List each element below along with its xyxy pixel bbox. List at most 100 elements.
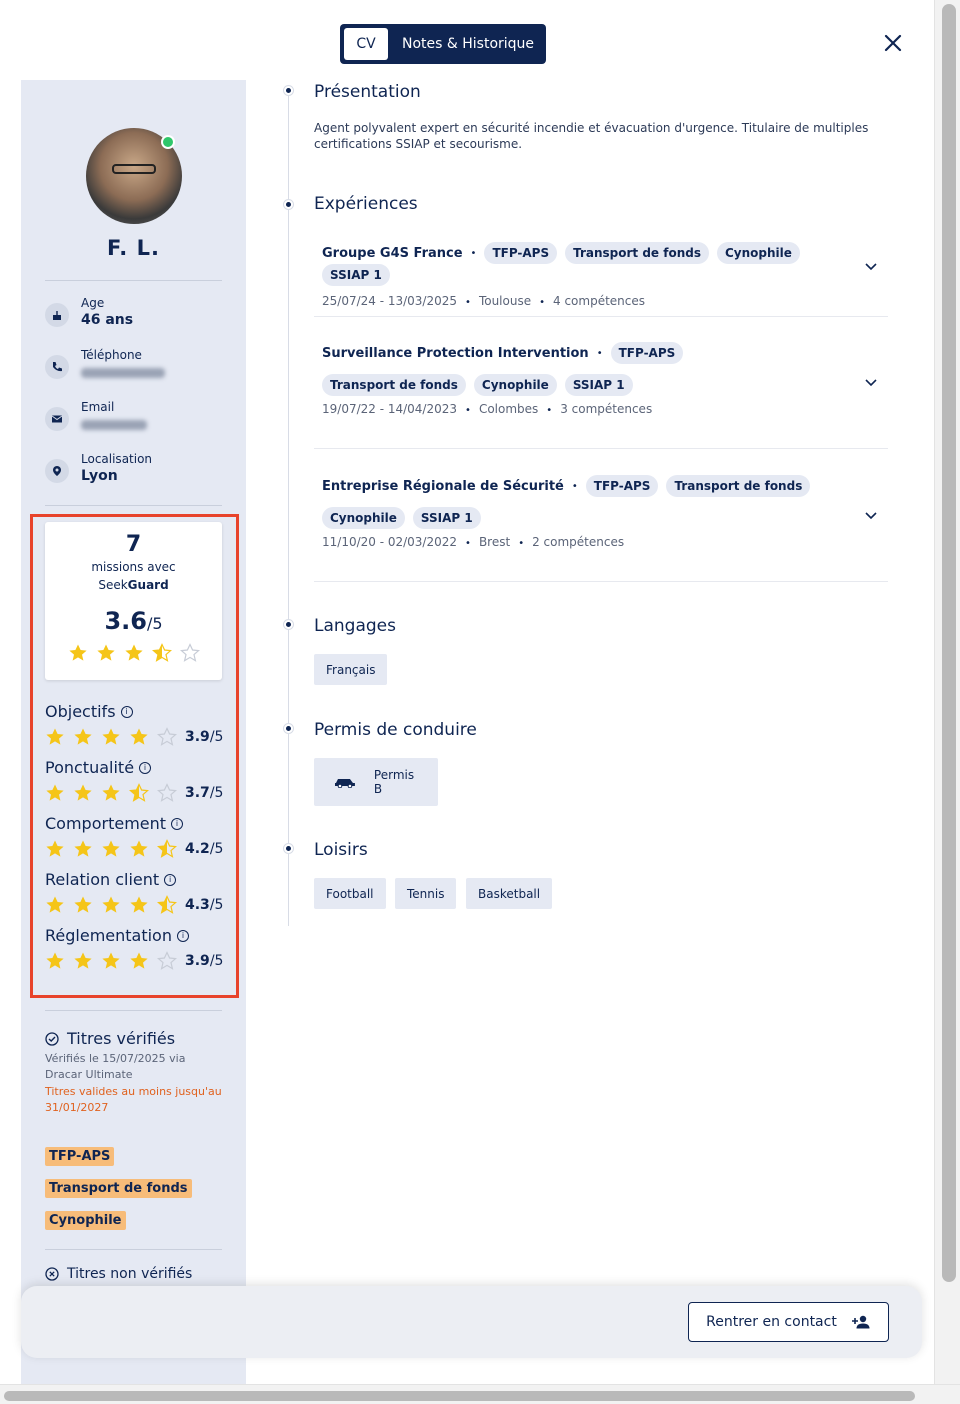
section-title-license: Permis de conduire (314, 720, 477, 740)
timeline-dot (284, 200, 293, 209)
experience-item[interactable]: Entreprise Régionale de Sécurité • TFP-A… (314, 465, 888, 582)
criterion-stars (45, 783, 185, 803)
rating-criterion: Ponctualité i 3.7/5 (45, 758, 223, 803)
horizontal-scrollbar[interactable] (0, 1384, 960, 1404)
vertical-scrollbar-thumb[interactable] (942, 4, 956, 1282)
section-title-experiences: Expériences (314, 194, 418, 214)
star-half-icon (129, 783, 149, 802)
timeline-dot (284, 844, 293, 853)
experience-meta: 19/07/22 - 14/04/2023 • Colombes • 3 compéte… (322, 402, 653, 416)
email-value-blurred (81, 420, 147, 430)
star-half-icon (157, 895, 177, 914)
car-icon (334, 779, 355, 788)
criterion-score: 3.7/5 (185, 785, 224, 801)
info-icon[interactable]: i (139, 761, 152, 774)
profile-sidebar: F. L. Age 46 ans Téléphone Email Localis… (21, 80, 246, 1384)
divider (45, 505, 222, 506)
star-filled-icon (130, 840, 148, 857)
contact-button-label: Rentrer en contact (706, 1314, 837, 1330)
star-empty-icon (157, 783, 177, 802)
info-icon[interactable]: i (120, 705, 133, 718)
criterion-stars (45, 895, 185, 915)
criterion-label: Réglementation i (45, 926, 223, 945)
verified-check-icon (45, 1031, 59, 1046)
experience-tag: SSIAP 1 (412, 507, 481, 529)
experience-tag: Transport de fonds (666, 475, 811, 497)
divider (45, 1010, 222, 1011)
star-filled-icon (46, 728, 64, 745)
bottom-action-bar: Rentrer en contact (21, 1286, 922, 1358)
info-email: Email (45, 400, 147, 434)
star-filled-icon (68, 644, 87, 661)
criterion-stars (45, 839, 185, 859)
experience-tag: Cynophile (717, 242, 800, 264)
info-icon[interactable]: i (164, 873, 177, 886)
phone-icon (45, 355, 69, 379)
divider (45, 1249, 222, 1250)
online-status-icon (161, 135, 175, 149)
tab-cv[interactable]: CV (344, 28, 388, 60)
brand-name: SeekGuard (98, 578, 169, 592)
overall-stars (45, 643, 222, 663)
email-label: Email (81, 400, 115, 414)
star-filled-icon (74, 840, 92, 857)
missions-card: 7 missions avec SeekGuard 3.6/5 (45, 522, 222, 680)
leisure-pill: Football (314, 878, 386, 909)
star-empty-icon (157, 727, 177, 746)
criterion-score: 4.2/5 (185, 841, 224, 857)
criterion-score: 3.9/5 (185, 729, 224, 745)
chevron-down-icon[interactable] (864, 508, 878, 522)
criterion-score: 4.3/5 (185, 897, 224, 913)
star-half-icon (157, 839, 177, 858)
experience-item[interactable]: Surveillance Protection Intervention • T… (314, 332, 888, 449)
age-label: Age (81, 296, 105, 310)
non-verified-titles-header[interactable]: Titres non vérifiés (45, 1266, 192, 1282)
experience-tag: SSIAP 1 (322, 264, 390, 286)
contact-button[interactable]: Rentrer en contact (688, 1302, 889, 1342)
vertical-scrollbar[interactable] (934, 0, 960, 1384)
info-icon[interactable]: i (171, 817, 184, 830)
star-filled-icon (74, 728, 92, 745)
star-empty-icon (179, 643, 200, 662)
location-label: Localisation (81, 452, 153, 466)
valid-until: Titres valides au moins jusqu'au 31/01/2… (45, 1085, 222, 1114)
star-filled-icon (46, 896, 64, 913)
chevron-down-icon[interactable] (864, 375, 878, 389)
horizontal-scrollbar-thumb[interactable] (4, 1391, 915, 1401)
experience-tag: Transport de fonds (322, 374, 466, 396)
star-filled-icon (102, 728, 120, 745)
tab-notes-historique[interactable]: Notes & Historique (402, 36, 534, 52)
verified-tag: Cynophile (45, 1211, 126, 1230)
info-location: Localisation Lyon (45, 452, 152, 484)
timeline-line (288, 90, 289, 926)
location-value: Lyon (81, 468, 118, 484)
verified-date: Vérifiés le 15/07/2025 via Dracar Ultima… (45, 1052, 186, 1081)
location-pin-icon (45, 459, 69, 483)
experience-tag: TFP-APS (484, 242, 558, 264)
star-filled-icon (102, 896, 120, 913)
star-filled-icon (74, 784, 92, 801)
timeline-dot (284, 620, 293, 629)
rating-criterion: Réglementation i 3.9/5 (45, 926, 223, 971)
chevron-down-icon[interactable] (864, 259, 878, 273)
criterion-score: 3.9/5 (185, 953, 224, 969)
info-phone: Téléphone (45, 348, 165, 382)
experience-tag: SSIAP 1 (564, 374, 633, 396)
experience-tag: Cynophile (473, 374, 557, 396)
experience-company: Surveillance Protection Intervention (322, 345, 589, 361)
star-filled-icon (102, 840, 120, 857)
experience-item[interactable]: Groupe G4S France • TFP-APS Transport de… (314, 232, 888, 317)
info-icon[interactable]: i (176, 929, 189, 942)
leisure-pill: Tennis (395, 878, 457, 909)
verified-titles-header: Titres vérifiés (45, 1029, 175, 1048)
phone-value-blurred (81, 368, 165, 378)
missions-label: missions avec (91, 560, 176, 574)
star-filled-icon (124, 644, 143, 661)
criterion-label: Comportement i (45, 814, 223, 833)
experience-tag: TFP-APS (610, 342, 684, 364)
verified-tag: TFP-APS (45, 1147, 115, 1166)
close-icon[interactable] (882, 32, 904, 54)
star-filled-icon (74, 952, 92, 969)
section-title-languages: Langages (314, 616, 396, 636)
criterion-label: Relation client i (45, 870, 223, 889)
